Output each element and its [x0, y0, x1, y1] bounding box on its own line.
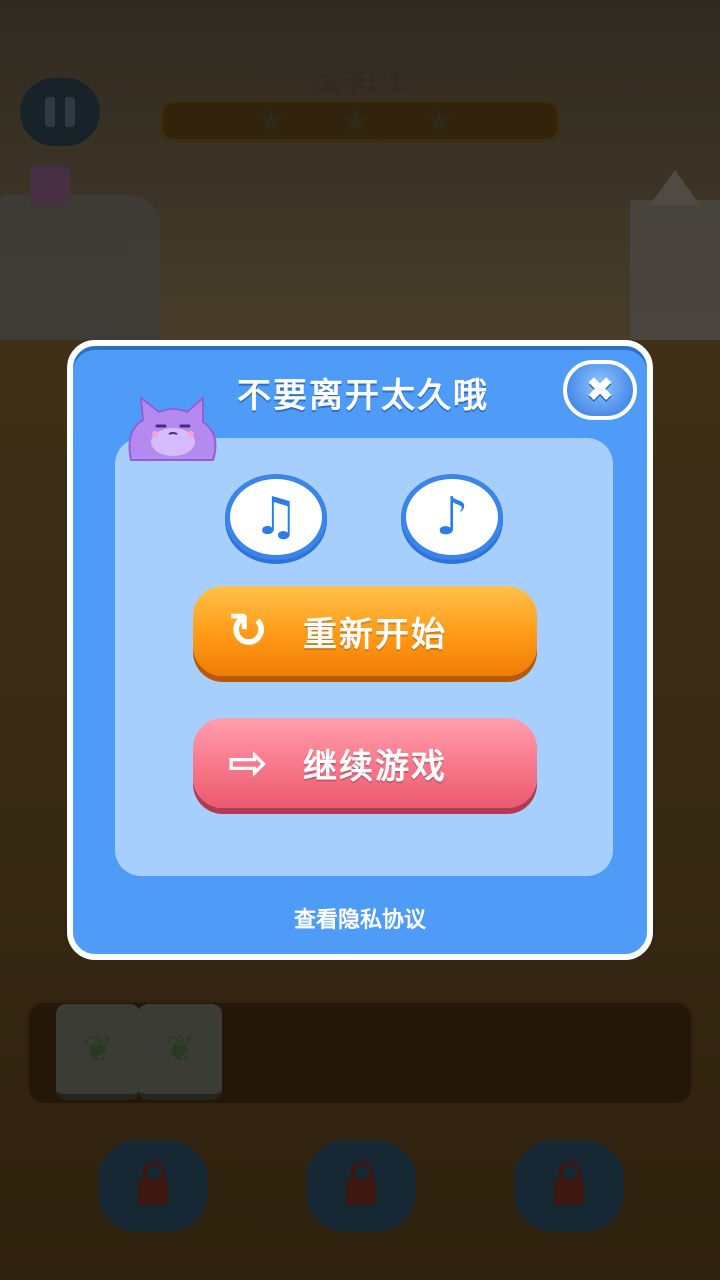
arrow-right-icon: ⇨ [227, 735, 269, 791]
close-button[interactable]: ✖ [563, 360, 637, 420]
music-note-icon: ♫ [252, 487, 300, 547]
restart-button[interactable]: ↻ 重新开始 [193, 586, 537, 676]
pause-dialog: 不要离开太久哦 ✖ ♫ ♪ ↻ 重新开始 ⇨ 继续游戏 查看隐私协议 [67, 340, 653, 960]
dialog-title: 不要离开太久哦 [237, 376, 489, 416]
music-toggle-button[interactable]: ♫ [225, 474, 327, 560]
sound-toggle-button[interactable]: ♪ [401, 474, 503, 560]
close-icon: ✖ [585, 370, 615, 410]
restart-icon: ↻ [227, 603, 269, 659]
privacy-policy-link[interactable]: 查看隐私协议 [73, 902, 647, 934]
continue-button[interactable]: ⇨ 继续游戏 [193, 718, 537, 808]
restart-label: 重新开始 [303, 614, 447, 655]
continue-label: 继续游戏 [303, 746, 447, 787]
sound-note-icon: ♪ [435, 487, 469, 547]
